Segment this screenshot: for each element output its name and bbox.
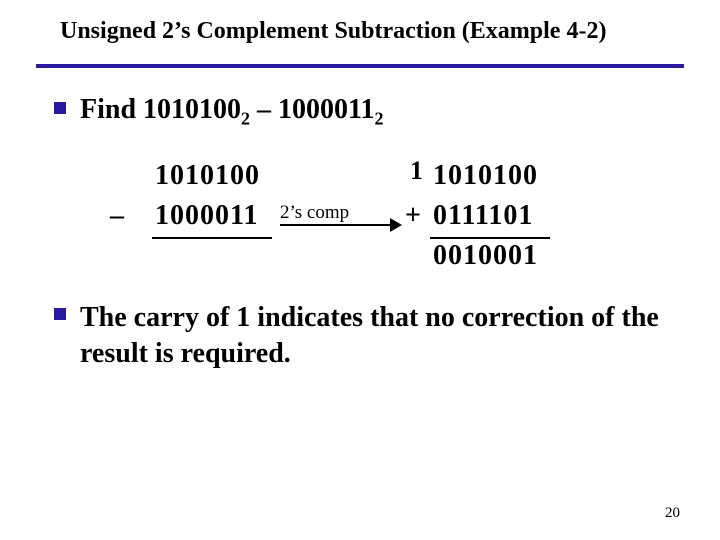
slide: Unsigned 2’s Complement Subtraction (Exa… (0, 0, 720, 540)
bullet1-subtrahend: 1000011 (278, 94, 374, 125)
result-value: 0010001 (433, 240, 538, 272)
bullet1-minuend-base: 2 (241, 109, 250, 129)
bullet-find: Find 10101002 – 10000112 (80, 94, 384, 130)
carry-one: 1 (410, 156, 423, 186)
calc-row-2: – 1000011 2’s comp + 0111101 (80, 200, 640, 240)
bullet1-prefix: Find (80, 94, 143, 125)
minus-sign: – (110, 200, 124, 232)
bullet1-sep: – (250, 94, 278, 125)
bullet-conclusion: The carry of 1 indicates that no correct… (80, 300, 680, 372)
calc-row-1: 1010100 1 1010100 (80, 160, 640, 200)
bullet1-subtrahend-base: 2 (375, 109, 384, 129)
right-minuend: 1010100 (433, 160, 538, 192)
arrow-head-icon (390, 218, 402, 232)
left-underline (152, 237, 272, 239)
plus-sign: + (405, 200, 421, 232)
calculation-block: 1010100 1 1010100 – 1000011 2’s comp + 0… (80, 160, 640, 280)
bullet-square-icon (54, 308, 66, 320)
right-addend: 0111101 (433, 200, 533, 232)
slide-title: Unsigned 2’s Complement Subtraction (Exa… (60, 18, 700, 45)
calc-row-3: 0010001 (80, 240, 640, 280)
bullet1-minuend: 1010100 (143, 94, 241, 125)
left-minuend: 1010100 (155, 160, 260, 192)
title-underline (36, 64, 684, 68)
page-number: 20 (665, 505, 680, 522)
twos-comp-arrow: 2’s comp (280, 206, 400, 234)
arrow-label: 2’s comp (280, 202, 349, 224)
arrow-line-icon (280, 224, 392, 226)
bullet2-text: The carry of 1 indicates that no correct… (80, 302, 659, 369)
right-underline (430, 237, 550, 239)
bullet-square-icon (54, 102, 66, 114)
left-subtrahend: 1000011 (155, 200, 258, 232)
